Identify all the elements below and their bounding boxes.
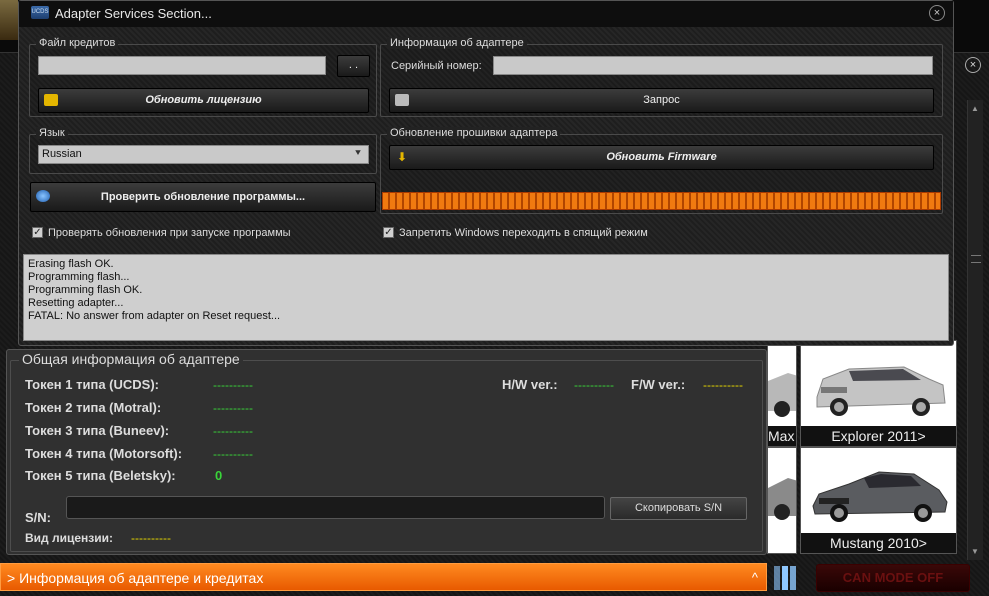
info-panel-title: Общая информация об адаптере <box>19 351 243 367</box>
token-4-label: Токен 4 типа (Motorsoft): <box>25 446 183 461</box>
token-3-value: ---------- <box>213 424 253 438</box>
language-select[interactable]: Russian ⯆ <box>38 145 369 164</box>
sn-label: S/N: <box>25 510 51 525</box>
credits-file-group: Файл кредитов . . Обновить лицензию <box>29 37 377 117</box>
token-4-value: ---------- <box>213 447 253 461</box>
browse-button[interactable]: . . <box>337 55 370 77</box>
credits-file-input[interactable] <box>38 56 326 75</box>
token-3-label: Токен 3 типа (Buneev): <box>25 423 170 438</box>
car-image <box>768 478 796 520</box>
adapter-services-dialog: UCDS Adapter Services Section... × Файл … <box>18 0 954 346</box>
token-5-label: Токен 5 типа (Beletsky): <box>25 468 176 483</box>
log-line: Erasing flash OK. <box>28 258 114 270</box>
check-mark-icon[interactable]: ✓ <box>383 227 394 238</box>
check-on-start-checkbox[interactable]: ✓ Проверять обновления при запуске прогр… <box>32 226 291 240</box>
car-image <box>816 366 946 416</box>
copy-sn-button[interactable]: Скопировать S/N <box>610 497 747 520</box>
adapter-credits-bar-label: > Информация об адаптере и кредитах <box>7 570 264 586</box>
adapter-info-panel: Общая информация об адаптере Токен 1 тип… <box>6 349 767 555</box>
log-output[interactable]: Erasing flash OK. Programming flash... P… <box>23 254 949 341</box>
fw-version-value: ---------- <box>703 378 743 392</box>
can-mode-indicator[interactable]: CAN MODE OFF <box>816 564 970 592</box>
fw-version-label: F/W ver.: <box>631 377 686 392</box>
car-card-mustang[interactable]: Mustang 2010> <box>800 447 957 554</box>
scroll-down-icon[interactable]: ▼ <box>971 547 979 556</box>
sn-field[interactable] <box>66 496 605 519</box>
background-scrollbar[interactable]: ▲ ▼ <box>967 100 983 560</box>
license-type-label: Вид лицензии: <box>25 531 114 545</box>
dialog-titlebar[interactable]: UCDS Adapter Services Section... × <box>19 1 953 27</box>
car-card-explorer[interactable]: Explorer 2011> <box>800 340 957 447</box>
serial-number-field <box>493 56 933 75</box>
panels-icon[interactable] <box>774 566 802 590</box>
credits-file-label: Файл кредитов <box>36 37 119 49</box>
check-on-start-label: Проверять обновления при запуске програм… <box>48 227 291 239</box>
language-group: Язык Russian ⯆ <box>29 127 377 174</box>
car-card-caption: Mustang 2010> <box>801 533 956 553</box>
token-2-label: Токен 2 типа (Motral): <box>25 400 162 415</box>
check-update-button[interactable]: Проверить обновление программы... <box>30 182 376 212</box>
log-line: Programming flash OK. <box>28 284 143 296</box>
hw-version-label: H/W ver.: <box>502 377 558 392</box>
language-label: Язык <box>36 127 68 139</box>
car-card-partial-2[interactable] <box>767 447 797 554</box>
car-card-caption: Max <box>768 426 796 446</box>
adapter-info-frame: Общая информация об адаптере Токен 1 тип… <box>10 351 763 552</box>
log-line: Resetting adapter... <box>28 297 124 309</box>
request-icon <box>395 94 409 106</box>
scroll-grip-icon[interactable] <box>971 255 981 263</box>
scroll-up-icon[interactable]: ▲ <box>971 104 979 113</box>
update-firmware-button[interactable]: ⬇ Обновить Firmware <box>389 145 934 170</box>
dialog-title: Adapter Services Section... <box>55 6 212 21</box>
request-label: Запрос <box>643 94 680 106</box>
car-image <box>812 471 948 522</box>
adapter-info-group: Информация об адаптере Серийный номер: З… <box>380 37 943 117</box>
car-image <box>768 373 796 417</box>
language-selected: Russian <box>42 148 82 160</box>
firmware-progress-bar <box>382 192 941 210</box>
car-card-partial-1[interactable]: Max <box>767 340 797 447</box>
token-5-value: 0 <box>215 468 223 483</box>
adapter-info-label: Информация об адаптере <box>387 37 527 49</box>
license-icon <box>44 94 58 106</box>
adapter-credits-bar[interactable]: > Информация об адаптере и кредитах ^ <box>0 563 767 591</box>
check-update-label: Проверить обновление программы... <box>100 191 306 203</box>
prevent-sleep-label: Запретить Windows переходить в спящий ре… <box>399 227 648 239</box>
chevron-up-icon[interactable]: ^ <box>752 564 758 592</box>
token-1-value: ---------- <box>213 378 253 392</box>
serial-number-label: Серийный номер: <box>391 60 482 72</box>
update-license-button[interactable]: Обновить лицензию <box>38 88 369 113</box>
background-thumbnail <box>0 0 18 40</box>
update-firmware-label: Обновить Firmware <box>606 151 717 163</box>
hw-version-value: ---------- <box>574 378 614 392</box>
prevent-sleep-checkbox[interactable]: ✓ Запретить Windows переходить в спящий … <box>383 226 648 240</box>
app-logo-icon: UCDS <box>31 6 49 19</box>
download-arrow-icon: ⬇ <box>396 150 408 164</box>
token-2-value: ---------- <box>213 401 253 415</box>
license-type-value: ---------- <box>131 531 171 545</box>
firmware-label: Обновление прошивки адаптера <box>387 127 561 139</box>
globe-icon <box>36 190 50 202</box>
close-icon[interactable]: × <box>929 5 945 21</box>
chevron-down-icon[interactable]: ⯆ <box>351 148 365 161</box>
log-line: Programming flash... <box>28 271 130 283</box>
token-1-label: Токен 1 типа (UCDS): <box>25 377 159 392</box>
background-close-icon[interactable]: × <box>965 57 981 73</box>
request-button[interactable]: Запрос <box>389 88 934 113</box>
log-line: FATAL: No answer from adapter on Reset r… <box>28 310 281 322</box>
check-mark-icon[interactable]: ✓ <box>32 227 43 238</box>
car-card-caption: Explorer 2011> <box>801 426 956 446</box>
update-license-label: Обновить лицензию <box>145 94 262 106</box>
